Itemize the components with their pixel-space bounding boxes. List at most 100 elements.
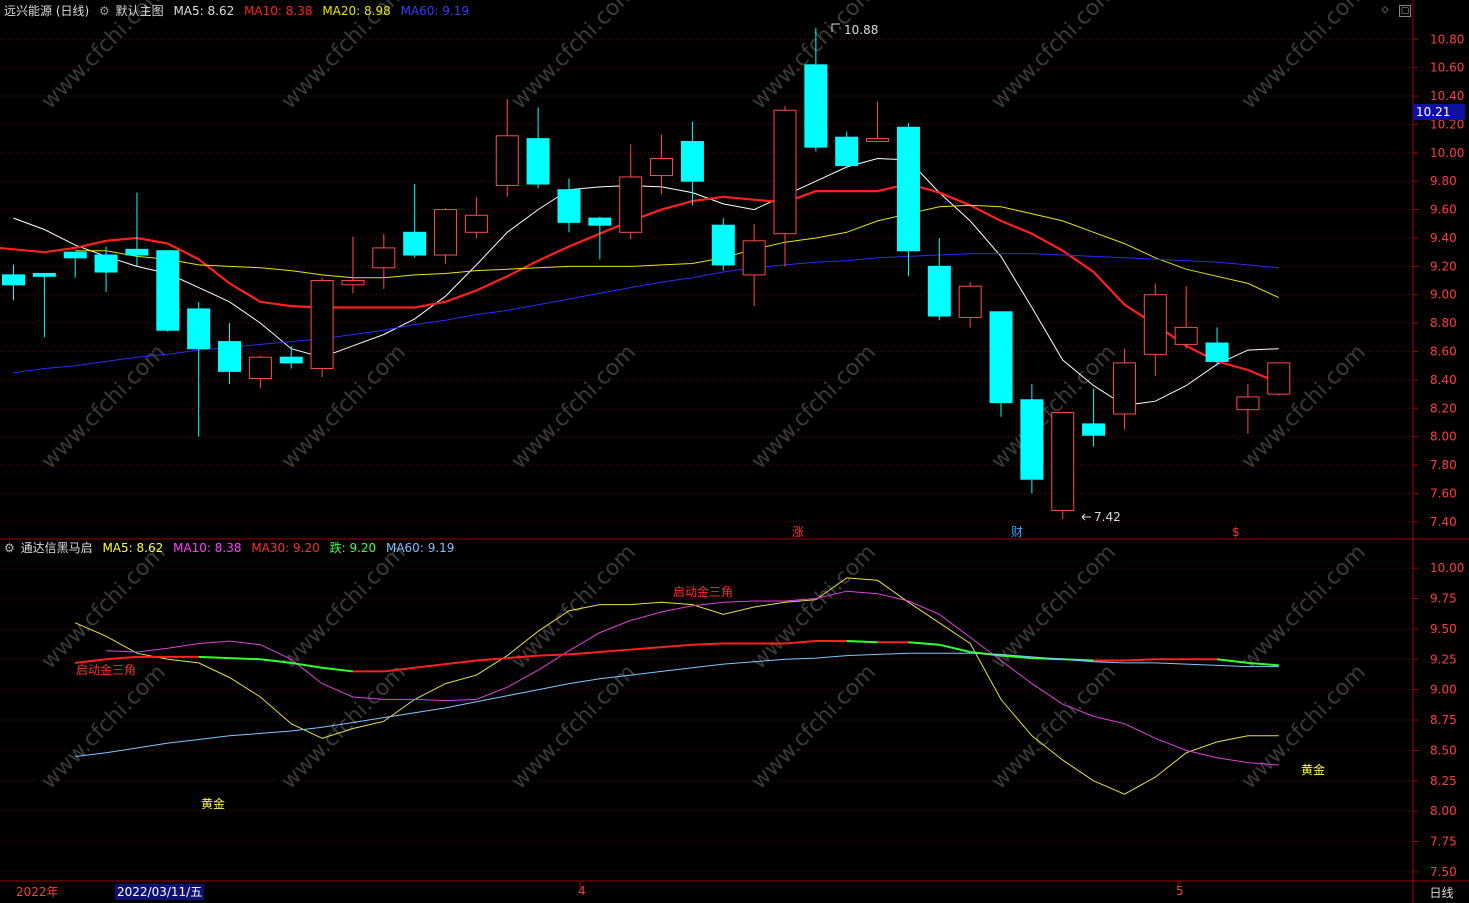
- candle-down: [588, 217, 612, 226]
- stock-title[interactable]: 远兴能源 (日线): [4, 4, 89, 18]
- sub-tick-label: 8.00: [1430, 804, 1457, 818]
- price-tick-label: 8.60: [1430, 345, 1457, 359]
- sub-line-ma30-segment: [692, 642, 724, 646]
- settings-gear-icon[interactable]: ⚙: [99, 4, 110, 18]
- price-tick-label: 8.00: [1430, 430, 1457, 444]
- candle-up: [495, 135, 519, 186]
- watermark-logo: www.cfchi.com: [1237, 540, 1371, 674]
- candle-down: [835, 136, 859, 167]
- ma-line-ma20: [75, 204, 1280, 299]
- price-tick-label: 9.20: [1430, 259, 1457, 273]
- sub-tick-label: 8.25: [1430, 774, 1457, 788]
- sub-line-ma30-segment: [846, 640, 878, 644]
- watermark-logo: www.cfchi.com: [747, 540, 881, 674]
- candle-up: [650, 157, 674, 177]
- watermark-logo: www.cfchi.com: [747, 660, 881, 794]
- sub-line-ma30-segment: [476, 657, 508, 662]
- sub-line-ma30-segment: [1124, 658, 1156, 662]
- candle-up: [1236, 396, 1260, 411]
- price-tick-label: 10.40: [1430, 89, 1464, 103]
- diamond-icon[interactable]: ◇: [1380, 5, 1390, 15]
- candle-down: [94, 254, 118, 273]
- sub-line-ma30-segment: [229, 657, 261, 661]
- indicator-title[interactable]: 通达信黑马启: [21, 541, 93, 555]
- low-value: 7.42: [1094, 510, 1121, 524]
- candle-down: [557, 189, 581, 223]
- event-marker-dividend[interactable]: $: [1232, 525, 1240, 539]
- event-marker-rise[interactable]: 涨: [792, 524, 804, 539]
- candle-down: [804, 64, 828, 148]
- candle-up: [958, 285, 982, 318]
- sub-ma60-label: MA60:: [385, 541, 424, 555]
- ma5-label: MA5:: [173, 4, 204, 18]
- sub-ma10-label: MA10:: [173, 541, 211, 555]
- event-marker-finance[interactable]: 财: [1011, 525, 1023, 539]
- sub-line-ma30-segment: [661, 643, 693, 649]
- price-tick-label: 10.00: [1430, 146, 1464, 160]
- sub-settings-icon[interactable]: ⚙: [4, 541, 15, 555]
- low-marker: 7.42: [1081, 510, 1121, 524]
- month-label-4: 4: [578, 884, 586, 898]
- watermark-logo: www.cfchi.com: [987, 0, 1121, 114]
- candle-up: [742, 240, 766, 276]
- candle-down: [1020, 399, 1044, 480]
- price-tick-label: 7.80: [1430, 458, 1457, 472]
- candle-down: [680, 140, 704, 182]
- candle-up: [310, 280, 334, 370]
- candle-up: [1174, 326, 1198, 345]
- candle-down: [896, 126, 920, 252]
- main-panel-name[interactable]: 默认主图: [116, 4, 164, 18]
- watermark-logo: www.cfchi.com: [277, 540, 411, 674]
- ma5-value: 8.62: [207, 4, 235, 18]
- sub-line-ma30-segment: [414, 663, 446, 669]
- sub-tick-label: 9.00: [1430, 683, 1457, 697]
- sub-ma10-value: 8.38: [214, 541, 242, 555]
- panel-toggle-icon[interactable]: ▢: [1399, 5, 1411, 17]
- sub-ma30-label: MA30:: [251, 541, 290, 555]
- sub-tick-label: 7.50: [1430, 865, 1457, 879]
- price-tick-label: 10.60: [1430, 61, 1464, 75]
- sub-line-ma30-segment: [538, 653, 570, 657]
- candle-down: [2, 274, 25, 286]
- sub-tick-label: 9.75: [1430, 592, 1457, 606]
- annotation-gold-1: 黄金: [201, 796, 225, 811]
- watermark-logo: www.cfchi.com: [747, 340, 881, 474]
- period-selector[interactable]: 日线: [1414, 884, 1469, 902]
- price-tick-label: 8.40: [1430, 373, 1457, 387]
- sub-line-ma30-segment: [568, 650, 600, 656]
- candle-down: [927, 265, 951, 317]
- chart-canvas[interactable]: www.cfchi.com www.cfchi.com www.cfchi.com w…: [0, 0, 1469, 903]
- candle-down: [279, 356, 303, 364]
- sub-ma60-value: 9.19: [427, 541, 455, 555]
- candle-down: [156, 250, 180, 331]
- sub-tick-label: 9.50: [1430, 622, 1457, 636]
- sub-tick-label: 10.00: [1430, 561, 1464, 575]
- candle-up: [866, 138, 890, 142]
- watermark-layer: www.cfchi.com www.cfchi.com www.cfchi.com w…: [37, 0, 1371, 794]
- main-header: 远兴能源 (日线) ⚙ 默认主图 MA5: 8.62 MA10: 8.38 MA…: [4, 2, 475, 20]
- watermark-logo: www.cfchi.com: [507, 660, 641, 794]
- month-label-5: 5: [1176, 884, 1184, 898]
- candle-up: [1267, 362, 1291, 395]
- sub-line-ma30-segment: [599, 648, 631, 653]
- ma10-label: MA10:: [244, 4, 282, 18]
- candle-down: [989, 311, 1013, 404]
- cursor-date: 2022/03/11/五: [115, 884, 205, 900]
- candle-down: [218, 341, 242, 372]
- candle-down: [526, 138, 550, 185]
- ma10-value: 8.38: [285, 4, 313, 18]
- sub-tick-label: 8.50: [1430, 743, 1457, 757]
- candle-up: [619, 176, 643, 233]
- candle-down: [1205, 342, 1229, 362]
- ma60-label: MA60:: [400, 4, 439, 18]
- candle-down: [711, 224, 735, 266]
- current-price-tag: 10.21: [1416, 105, 1450, 119]
- candle-up: [434, 209, 458, 256]
- year-label: 2022年: [16, 885, 59, 899]
- sub-line-ma30-segment: [321, 666, 354, 673]
- price-tick-label: 9.80: [1430, 174, 1457, 188]
- price-tick-label: 8.20: [1430, 401, 1457, 415]
- candles: [2, 27, 1291, 519]
- candle-down: [125, 248, 149, 256]
- sub-line-ma30-segment: [939, 643, 971, 653]
